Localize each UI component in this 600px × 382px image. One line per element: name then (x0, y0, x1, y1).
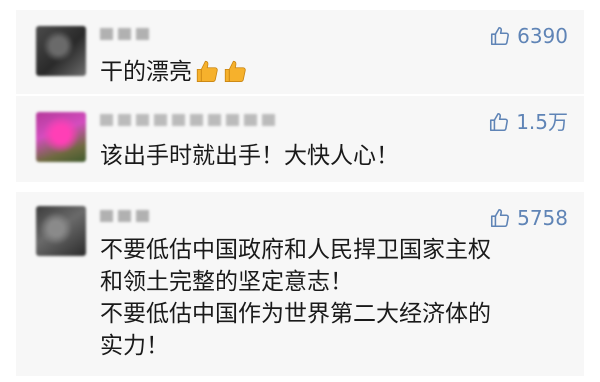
avatar-blurred[interactable] (36, 112, 86, 162)
like-count: 5758 (517, 206, 568, 230)
username-blurred[interactable] (100, 210, 149, 222)
like-button[interactable]: 1.5万 (488, 108, 568, 136)
like-count: 1.5万 (516, 110, 568, 134)
thumbs-up-emoji-icon (222, 58, 248, 84)
like-count: 6390 (517, 24, 568, 48)
like-button[interactable]: 5758 (489, 204, 568, 232)
thumbs-up-outline-icon (489, 25, 511, 47)
username-blurred[interactable] (100, 28, 149, 40)
comment-card: 1.5万 该出手时就出手！大快人心！ (16, 96, 584, 182)
comment-text: 该出手时就出手！大快人心！ (100, 143, 399, 169)
comment-text: 不要低估中国政府和人民捍卫国家主权 和领土完整的坚定意志！ 不要低估中国作为世界… (100, 237, 491, 359)
comment-text: 干的漂亮 (100, 56, 568, 88)
comment-card: 6390 干的漂亮 (16, 10, 584, 94)
like-button[interactable]: 6390 (489, 22, 568, 50)
thumbs-up-outline-icon (489, 207, 511, 229)
thumbs-up-emoji-icon (194, 58, 220, 84)
comment-card: 5758 不要低估中国政府和人民捍卫国家主权 和领土完整的坚定意志！ 不要低估中… (16, 192, 584, 376)
avatar-blurred[interactable] (36, 206, 86, 256)
thumbs-up-outline-icon (488, 111, 510, 133)
avatar-blurred[interactable] (36, 26, 86, 76)
comment-list: 6390 干的漂亮 1.5万 该出手时就出手！大快人心！ 5758 不要低估中国… (0, 0, 600, 382)
username-blurred[interactable] (100, 114, 275, 126)
